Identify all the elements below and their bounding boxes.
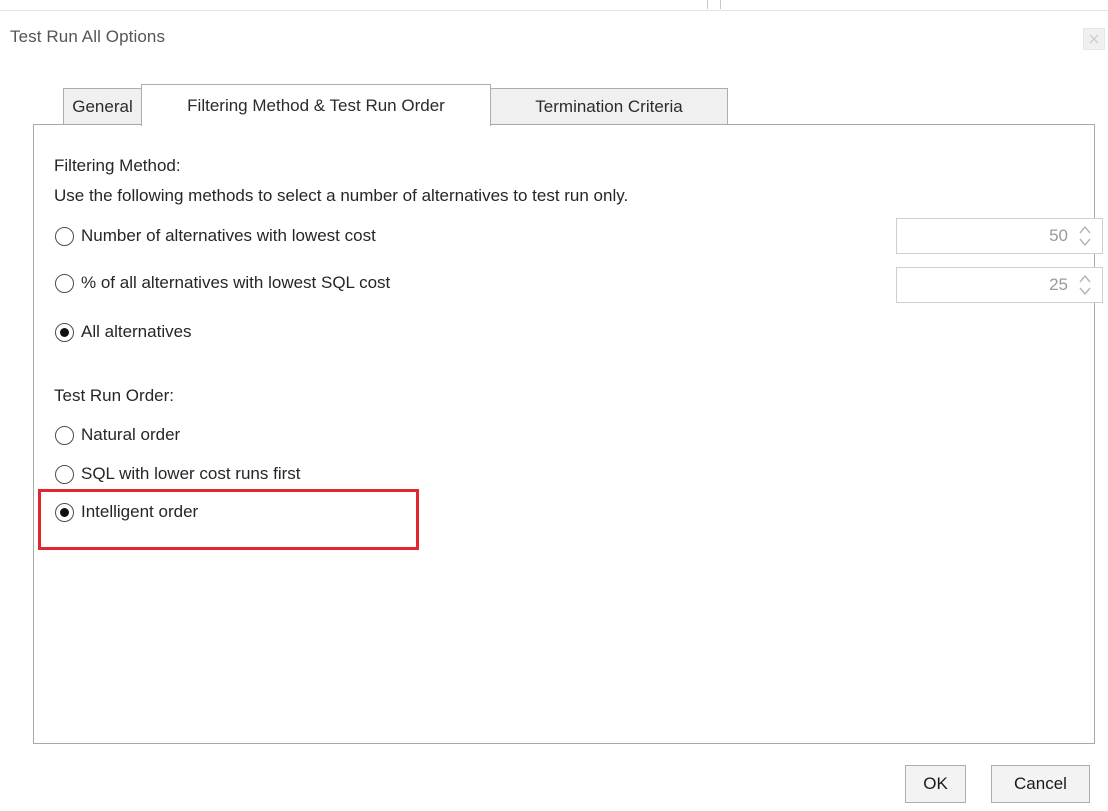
cancel-button[interactable]: Cancel	[991, 765, 1090, 803]
tab-panel: Filtering Method: Use the following meth…	[33, 124, 1103, 744]
close-icon	[1089, 34, 1099, 44]
spinner-value: 25	[1049, 275, 1068, 294]
radio-option-all-alternatives[interactable]: All alternatives	[55, 320, 192, 344]
divider	[720, 0, 721, 9]
spinner-value: 50	[1049, 226, 1068, 245]
filtering-method-description: Use the following methods to select a nu…	[54, 186, 629, 205]
radio-option-percent-lowest-sql-cost[interactable]: % of all alternatives with lowest SQL co…	[55, 271, 390, 295]
radio-button-checked[interactable]	[55, 502, 74, 522]
percent-spinner[interactable]: 25	[896, 267, 1103, 303]
radio-button[interactable]	[55, 425, 74, 445]
radio-label: Number of alternatives with lowest cost	[81, 226, 376, 245]
divider	[707, 0, 708, 9]
radio-button[interactable]	[55, 226, 74, 246]
radio-option-lowest-cost[interactable]: Number of alternatives with lowest cost	[55, 224, 376, 248]
radio-button[interactable]	[55, 273, 74, 293]
radio-label: Intelligent order	[81, 502, 199, 521]
radio-button[interactable]	[55, 464, 74, 484]
radio-label: All alternatives	[81, 322, 192, 341]
filtering-method-heading: Filtering Method:	[54, 156, 181, 175]
tab-general[interactable]: General	[63, 88, 142, 125]
close-button[interactable]	[1083, 28, 1105, 50]
ok-button[interactable]: OK	[905, 765, 966, 803]
spinner-arrows-icon[interactable]	[1078, 273, 1092, 297]
radio-label: SQL with lower cost runs first	[81, 464, 301, 483]
radio-label: Natural order	[81, 425, 181, 444]
radio-option-sql-lower-cost-first[interactable]: SQL with lower cost runs first	[55, 462, 301, 486]
lowest-cost-count-spinner[interactable]: 50	[896, 218, 1103, 254]
test-run-order-heading: Test Run Order:	[54, 386, 174, 405]
radio-button-checked[interactable]	[55, 322, 74, 342]
spinner-arrows-icon[interactable]	[1078, 224, 1092, 248]
top-strip	[0, 0, 1108, 11]
radio-option-intelligent-order[interactable]: Intelligent order	[55, 500, 198, 524]
tab-termination-criteria[interactable]: Termination Criteria	[490, 88, 728, 125]
tab-filtering-method[interactable]: Filtering Method & Test Run Order	[141, 84, 491, 126]
window-title: Test Run All Options	[10, 27, 166, 46]
radio-option-natural-order[interactable]: Natural order	[55, 423, 180, 447]
radio-label: % of all alternatives with lowest SQL co…	[81, 273, 391, 292]
